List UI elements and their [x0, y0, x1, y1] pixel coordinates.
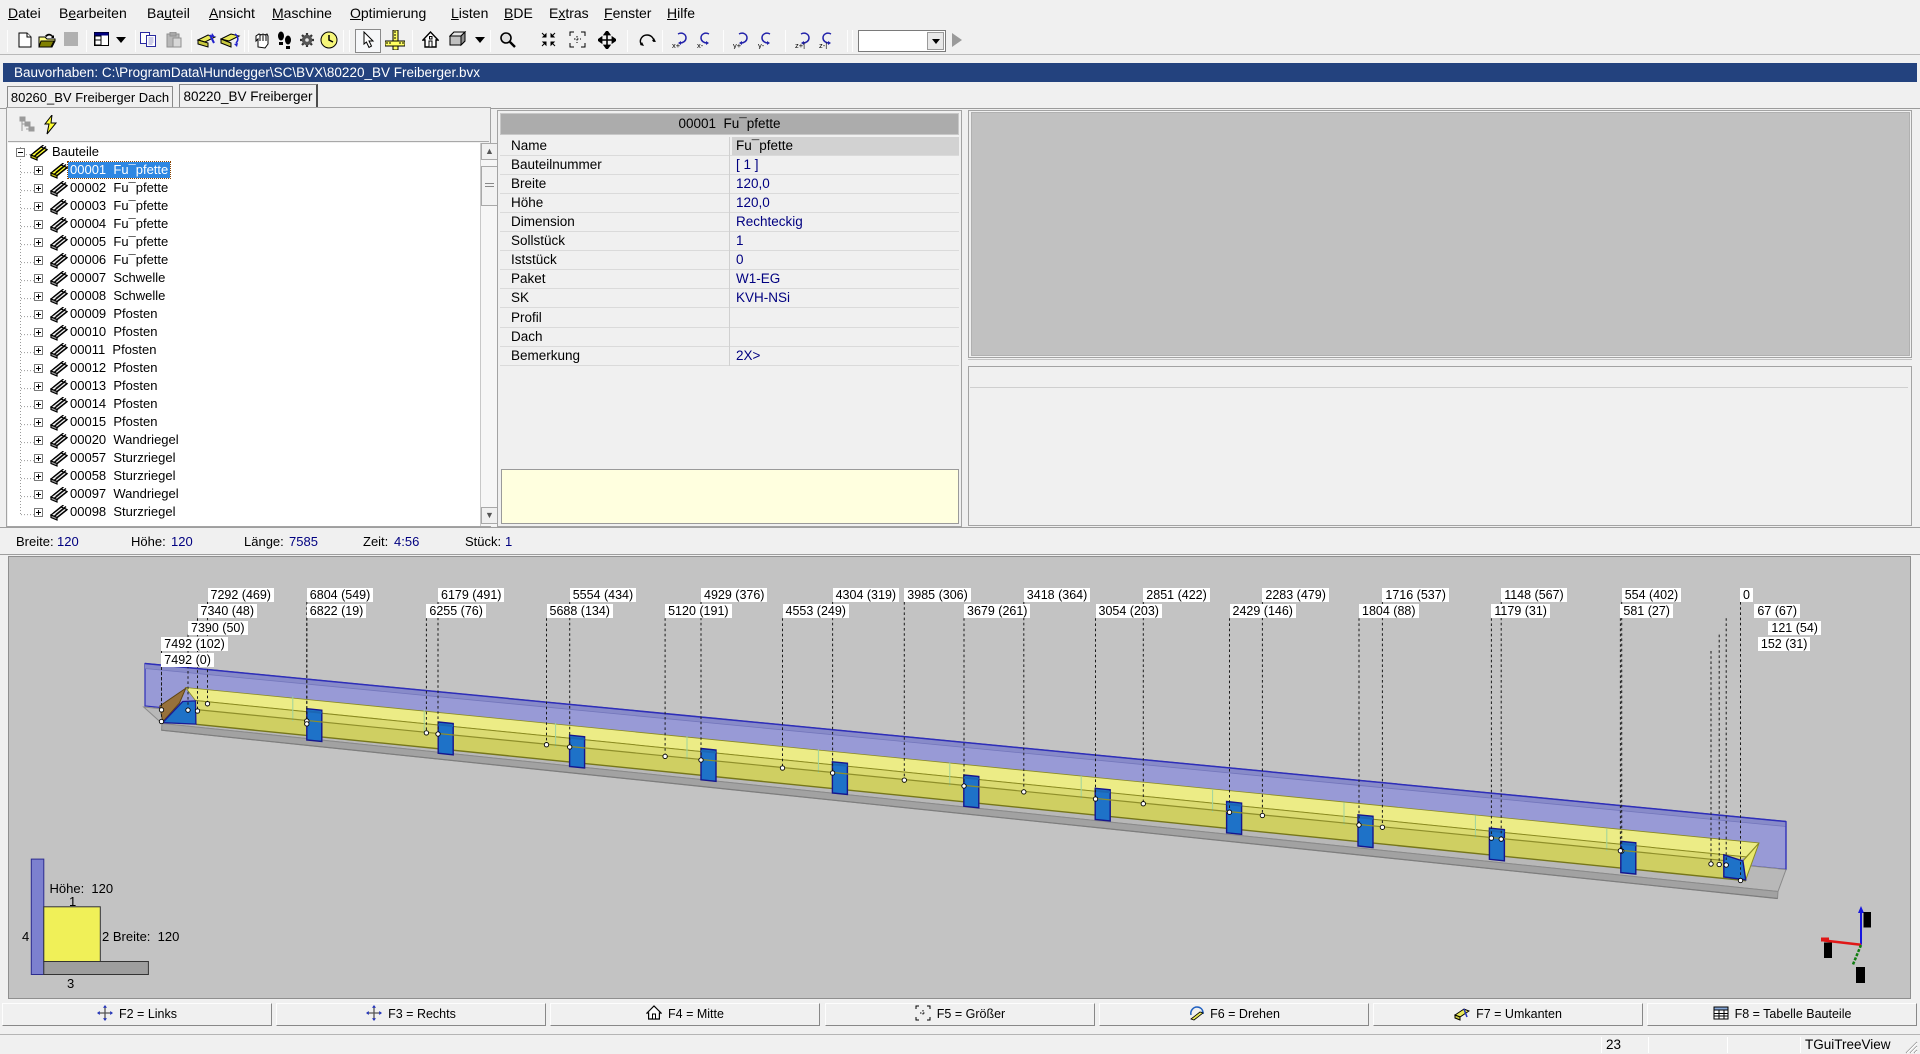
svg-text:2 Breite: 120: 2 Breite: 120 [102, 929, 179, 944]
svg-text:1: 1 [69, 894, 76, 909]
svg-text:y-: y- [758, 41, 765, 49]
svg-text:x-: x- [697, 41, 704, 49]
svg-text:z+|: z+| [795, 41, 805, 49]
svg-text:x+: x+ [672, 41, 681, 49]
svg-text:Höhe: 120: Höhe: 120 [50, 881, 114, 896]
svg-text:4: 4 [22, 929, 29, 944]
svg-text:3: 3 [67, 976, 74, 991]
svg-text:z-|: z-| [819, 41, 827, 49]
svg-text:y+: y+ [733, 41, 742, 49]
